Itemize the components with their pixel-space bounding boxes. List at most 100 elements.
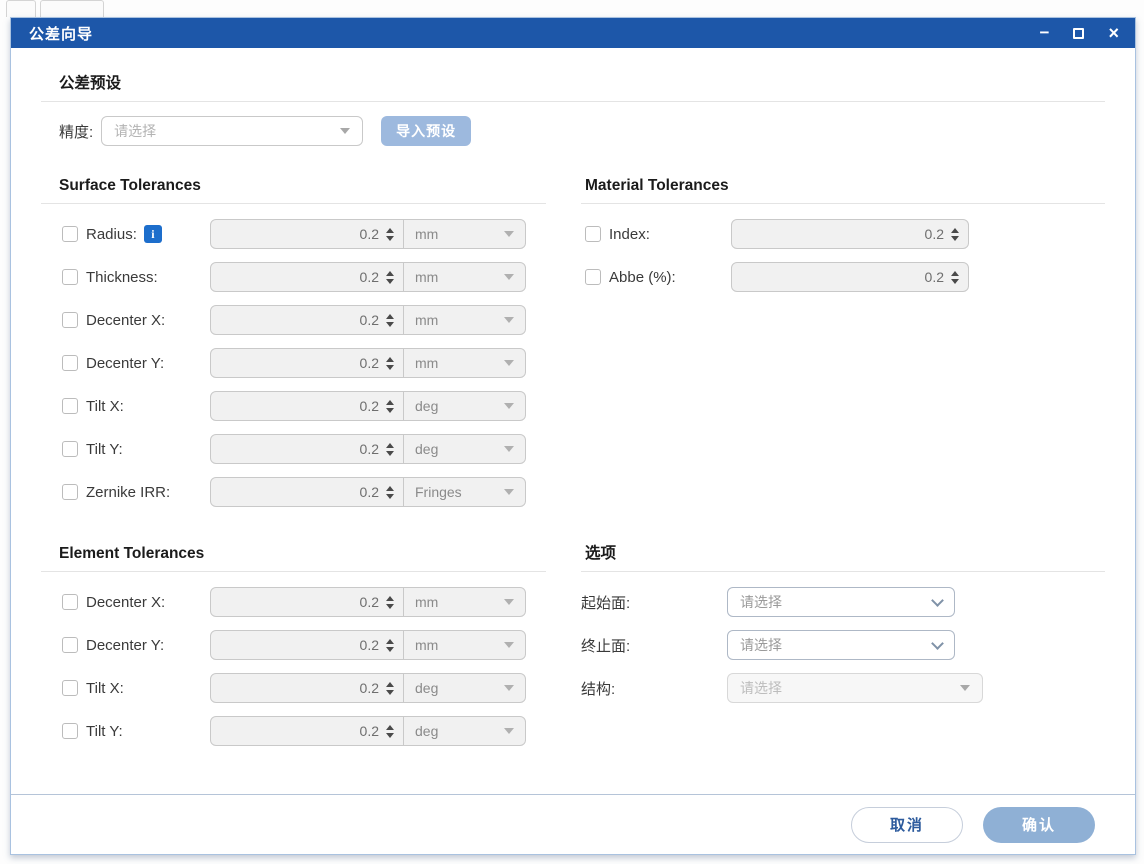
abbe-value-group[interactable]: 0.2 bbox=[731, 262, 969, 292]
spinner-icon[interactable] bbox=[951, 271, 959, 284]
element-tilt-x-value: 0.2 bbox=[360, 680, 379, 696]
radius-value: 0.2 bbox=[360, 226, 379, 242]
element-tilt-x-checkbox[interactable] bbox=[62, 680, 78, 696]
element-decenter-y-checkbox[interactable] bbox=[62, 637, 78, 653]
zernike-checkbox[interactable] bbox=[62, 484, 78, 500]
decenter-y-unit-dropdown[interactable]: mm bbox=[403, 349, 525, 377]
zernike-spinbox[interactable]: 0.2 bbox=[211, 484, 403, 500]
thickness-label: Thickness: bbox=[86, 269, 158, 286]
divider bbox=[41, 571, 546, 572]
element-decenter-y-spinbox[interactable]: 0.2 bbox=[211, 637, 403, 653]
element-header: Element Tolerances bbox=[59, 544, 546, 564]
divider bbox=[581, 203, 1105, 204]
tilt-x-value-group[interactable]: 0.2 deg bbox=[210, 391, 526, 421]
tilt-x-value: 0.2 bbox=[360, 398, 379, 414]
abbe-value: 0.2 bbox=[925, 269, 944, 285]
dropdown-arrow-icon bbox=[504, 403, 514, 409]
spinner-icon[interactable] bbox=[386, 400, 394, 413]
radius-spinbox[interactable]: 0.2 bbox=[211, 226, 403, 242]
cancel-button[interactable]: 取消 bbox=[851, 807, 963, 843]
element-row-decenter-x: Decenter X: 0.2 mm bbox=[41, 587, 546, 617]
spinner-icon[interactable] bbox=[386, 486, 394, 499]
spinner-icon[interactable] bbox=[386, 682, 394, 695]
decenter-x-unit-dropdown[interactable]: mm bbox=[403, 306, 525, 334]
element-tilt-x-value-group[interactable]: 0.2 deg bbox=[210, 673, 526, 703]
element-decenter-x-unit-dropdown[interactable]: mm bbox=[403, 588, 525, 616]
tilt-x-checkbox[interactable] bbox=[62, 398, 78, 414]
element-decenter-y-value-group[interactable]: 0.2 mm bbox=[210, 630, 526, 660]
spinner-icon[interactable] bbox=[386, 228, 394, 241]
thickness-unit: mm bbox=[415, 269, 438, 285]
divider bbox=[41, 203, 546, 204]
confirm-button[interactable]: 确认 bbox=[983, 807, 1095, 843]
end-surface-dropdown[interactable]: 请选择 bbox=[727, 630, 955, 660]
tilt-y-value-group[interactable]: 0.2 deg bbox=[210, 434, 526, 464]
options-rows: 起始面: 请选择 终止面: 请选择 bbox=[581, 587, 1105, 703]
maximize-icon[interactable] bbox=[1073, 23, 1084, 43]
element-decenter-x-checkbox[interactable] bbox=[62, 594, 78, 610]
decenter-x-value-group[interactable]: 0.2 mm bbox=[210, 305, 526, 335]
radius-value-group[interactable]: 0.2 mm bbox=[210, 219, 526, 249]
decenter-x-checkbox[interactable] bbox=[62, 312, 78, 328]
element-tilt-y-checkbox[interactable] bbox=[62, 723, 78, 739]
element-tilt-y-label: Tilt Y: bbox=[86, 723, 123, 740]
element-decenter-x-spinbox[interactable]: 0.2 bbox=[211, 594, 403, 610]
decenter-y-spinbox[interactable]: 0.2 bbox=[211, 355, 403, 371]
element-tilt-x-unit-dropdown[interactable]: deg bbox=[403, 674, 525, 702]
spinner-icon[interactable] bbox=[386, 596, 394, 609]
tilt-x-unit-dropdown[interactable]: deg bbox=[403, 392, 525, 420]
spinner-icon[interactable] bbox=[386, 357, 394, 370]
info-icon[interactable]: i bbox=[144, 225, 162, 243]
radius-checkbox[interactable] bbox=[62, 226, 78, 242]
thickness-checkbox[interactable] bbox=[62, 269, 78, 285]
decenter-y-checkbox[interactable] bbox=[62, 355, 78, 371]
element-tilt-y-spinbox[interactable]: 0.2 bbox=[211, 723, 403, 739]
spinner-icon[interactable] bbox=[386, 271, 394, 284]
minimize-icon[interactable]: − bbox=[1040, 23, 1050, 43]
tilt-y-unit-dropdown[interactable]: deg bbox=[403, 435, 525, 463]
decenter-x-spinbox[interactable]: 0.2 bbox=[211, 312, 403, 328]
spinner-icon[interactable] bbox=[386, 725, 394, 738]
index-value-group[interactable]: 0.2 bbox=[731, 219, 969, 249]
precision-placeholder: 请选择 bbox=[114, 121, 156, 141]
dropdown-arrow-icon bbox=[504, 599, 514, 605]
thickness-spinbox[interactable]: 0.2 bbox=[211, 269, 403, 285]
import-preset-button[interactable]: 导入预设 bbox=[381, 116, 471, 146]
zernike-unit: Fringes bbox=[415, 484, 462, 500]
precision-dropdown[interactable]: 请选择 bbox=[101, 116, 363, 146]
close-icon[interactable]: × bbox=[1108, 23, 1119, 43]
radius-unit-dropdown[interactable]: mm bbox=[403, 220, 525, 248]
element-tilt-x-unit: deg bbox=[415, 680, 438, 696]
abbe-spinbox[interactable]: 0.2 bbox=[732, 269, 968, 285]
zernike-unit-dropdown[interactable]: Fringes bbox=[403, 478, 525, 506]
material-tolerances-section: Material Tolerances Index: 0.2 bbox=[581, 176, 1105, 520]
element-decenter-x-value-group[interactable]: 0.2 mm bbox=[210, 587, 526, 617]
spinner-icon[interactable] bbox=[386, 443, 394, 456]
index-spinbox[interactable]: 0.2 bbox=[732, 226, 968, 242]
spinner-icon[interactable] bbox=[386, 639, 394, 652]
tilt-y-checkbox[interactable] bbox=[62, 441, 78, 457]
spinner-icon[interactable] bbox=[386, 314, 394, 327]
abbe-checkbox[interactable] bbox=[585, 269, 601, 285]
index-checkbox[interactable] bbox=[585, 226, 601, 242]
tilt-x-spinbox[interactable]: 0.2 bbox=[211, 398, 403, 414]
tilt-y-unit: deg bbox=[415, 441, 438, 457]
configuration-dropdown[interactable]: 请选择 bbox=[727, 673, 983, 703]
element-tilt-y-value-group[interactable]: 0.2 deg bbox=[210, 716, 526, 746]
start-surface-dropdown[interactable]: 请选择 bbox=[727, 587, 955, 617]
element-tilt-y-unit-dropdown[interactable]: deg bbox=[403, 717, 525, 745]
zernike-value-group[interactable]: 0.2 Fringes bbox=[210, 477, 526, 507]
element-tilt-x-spinbox[interactable]: 0.2 bbox=[211, 680, 403, 696]
element-decenter-y-unit-dropdown[interactable]: mm bbox=[403, 631, 525, 659]
decenter-y-value-group[interactable]: 0.2 mm bbox=[210, 348, 526, 378]
surface-row-tilt-y: Tilt Y: 0.2 deg bbox=[41, 434, 546, 464]
thickness-unit-dropdown[interactable]: mm bbox=[403, 263, 525, 291]
dialog-title: 公差向导 bbox=[29, 23, 93, 44]
divider bbox=[581, 571, 1105, 572]
spinner-icon[interactable] bbox=[951, 228, 959, 241]
surface-row-tilt-x: Tilt X: 0.2 deg bbox=[41, 391, 546, 421]
dropdown-arrow-icon bbox=[504, 685, 514, 691]
surface-row-zernike: Zernike IRR: 0.2 Fringes bbox=[41, 477, 546, 507]
tilt-y-spinbox[interactable]: 0.2 bbox=[211, 441, 403, 457]
thickness-value-group[interactable]: 0.2 mm bbox=[210, 262, 526, 292]
